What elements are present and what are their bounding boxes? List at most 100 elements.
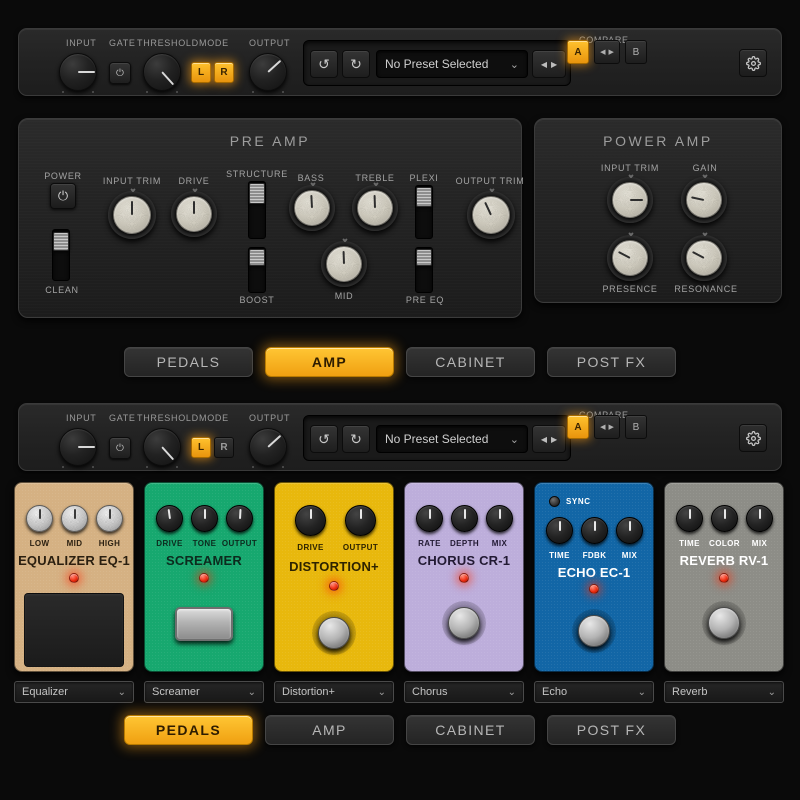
mode-r-button[interactable]: R xyxy=(214,62,234,83)
gate-label: GATE xyxy=(109,38,136,48)
pedal-knob-mix[interactable] xyxy=(616,517,643,544)
output-knob[interactable] xyxy=(249,428,287,468)
tab-pedals[interactable]: PEDALS xyxy=(124,715,253,745)
pedal-footswitch[interactable] xyxy=(312,611,356,655)
input-knob[interactable] xyxy=(59,53,97,93)
pedal-selector-echo[interactable]: Echo ⌄ xyxy=(534,681,654,703)
pedal-footswitch[interactable] xyxy=(442,601,486,645)
output-knob[interactable] xyxy=(249,53,287,93)
bass-knob[interactable] xyxy=(289,182,335,231)
pedal-knob-time[interactable] xyxy=(546,517,573,544)
mode-r-button[interactable]: R xyxy=(214,437,234,458)
redo-icon[interactable]: ↻ xyxy=(342,50,370,78)
pedal-screamer[interactable]: DRIVE TONE OUTPUT SCREAMER xyxy=(144,482,264,672)
pedal-footswitch[interactable] xyxy=(24,593,124,667)
plexi-slider[interactable] xyxy=(415,185,433,239)
pedal-selector-equalizer[interactable]: Equalizer ⌄ xyxy=(14,681,134,703)
pedal-footswitch[interactable] xyxy=(175,607,233,641)
pedal-footswitch[interactable] xyxy=(702,601,746,645)
mode-l-button[interactable]: L xyxy=(191,437,211,458)
output-trim-knob[interactable] xyxy=(467,188,515,239)
pre-amp-power-button[interactable]: ⏻ xyxy=(50,183,76,209)
tab-amp[interactable]: AMP xyxy=(265,715,394,745)
pedal-echo[interactable]: SYNC TIME FDBK MIX ECHO EC-1 xyxy=(534,482,654,672)
input-label: INPUT xyxy=(66,38,97,48)
tab-label: POST FX xyxy=(576,722,647,738)
pedal-knob-mix[interactable] xyxy=(746,505,773,532)
redo-icon[interactable]: ↻ xyxy=(342,425,370,453)
mode-l-button[interactable]: L xyxy=(191,62,211,83)
compare-a-button[interactable]: A xyxy=(567,415,589,439)
tab-cabinet[interactable]: CABINET xyxy=(406,347,535,377)
tab-pedals[interactable]: PEDALS xyxy=(124,347,253,377)
pedal-chorus[interactable]: RATE DEPTH MIX CHORUS CR-1 xyxy=(404,482,524,672)
pedal-knob-high[interactable] xyxy=(96,505,123,532)
pedal-selector-distortion[interactable]: Distortion+ ⌄ xyxy=(274,681,394,703)
undo-icon[interactable]: ↺ xyxy=(310,50,338,78)
pedal-knob-output[interactable] xyxy=(226,505,253,532)
drive-knob[interactable] xyxy=(171,188,217,237)
mid-knob[interactable] xyxy=(321,238,367,287)
settings-button[interactable] xyxy=(739,49,767,77)
undo-icon[interactable]: ↺ xyxy=(310,425,338,453)
preset-select[interactable]: No Preset Selected ⌄ xyxy=(376,50,528,78)
threshold-knob[interactable] xyxy=(143,53,181,93)
gate-power-button[interactable]: ⏻ xyxy=(109,62,131,84)
sync-toggle[interactable] xyxy=(549,496,560,507)
pedal-footswitch[interactable] xyxy=(572,609,616,653)
pedal-selector-reverb[interactable]: Reverb ⌄ xyxy=(664,681,784,703)
footswitch-cap xyxy=(318,617,350,649)
threshold-knob[interactable] xyxy=(143,428,181,468)
pedal-knob-low[interactable] xyxy=(26,505,53,532)
pedal-knob-rate[interactable] xyxy=(416,505,443,532)
pedal-selector-screamer[interactable]: Screamer ⌄ xyxy=(144,681,264,703)
compare-b-button[interactable]: B xyxy=(625,415,647,439)
preset-stepper[interactable]: ◀ ▶ xyxy=(532,425,566,453)
pedal-distortion[interactable]: DRIVE OUTPUT DISTORTION+ xyxy=(274,482,394,672)
input-trim-label: INPUT TRIM xyxy=(102,176,162,186)
pedal-knob-drive[interactable] xyxy=(156,505,183,532)
boost-slider[interactable] xyxy=(248,247,266,293)
pedal-equalizer[interactable]: LOW MID HIGH EQUALIZER EQ-1 xyxy=(14,482,134,672)
next-icon: ▶ xyxy=(608,424,614,431)
prev-icon: ◀ xyxy=(540,434,547,444)
pedal-knob-tone[interactable] xyxy=(191,505,218,532)
power-icon: ⏻ xyxy=(116,67,124,79)
compare-b-button[interactable]: B xyxy=(625,40,647,64)
tab-amp[interactable]: AMP xyxy=(265,347,394,377)
prev-icon: ◀ xyxy=(600,424,606,431)
pedal-knob-fdbk[interactable] xyxy=(581,517,608,544)
structure-slider[interactable] xyxy=(248,181,266,239)
power-input-trim-knob[interactable] xyxy=(607,174,653,223)
pedal-reverb[interactable]: TIME COLOR MIX REVERB RV-1 xyxy=(664,482,784,672)
clean-slider[interactable] xyxy=(52,229,70,281)
tab-post-fx[interactable]: POST FX xyxy=(547,715,676,745)
pedal-knob-time[interactable] xyxy=(676,505,703,532)
pedal-selector-chorus[interactable]: Chorus ⌄ xyxy=(404,681,524,703)
pedal-knob-color[interactable] xyxy=(711,505,738,532)
pedal-led-indicator xyxy=(589,584,599,594)
input-knob[interactable] xyxy=(59,428,97,468)
settings-button[interactable] xyxy=(739,424,767,452)
gain-knob[interactable] xyxy=(681,174,727,223)
input-trim-knob[interactable] xyxy=(108,188,156,239)
compare-stepper[interactable]: ◀ ▶ xyxy=(594,40,620,64)
pedal-knob-drive[interactable] xyxy=(295,505,326,536)
resonance-knob[interactable] xyxy=(681,232,727,281)
power-amp-panel: POWER AMP INPUT TRIM GAIN PRESENCE RESON… xyxy=(534,118,782,303)
tab-post-fx[interactable]: POST FX xyxy=(547,347,676,377)
compare-stepper[interactable]: ◀ ▶ xyxy=(594,415,620,439)
presence-knob[interactable] xyxy=(607,232,653,281)
pedal-knob-output[interactable] xyxy=(345,505,376,536)
treble-knob[interactable] xyxy=(352,182,398,231)
boost-label: BOOST xyxy=(239,295,275,305)
preset-stepper[interactable]: ◀ ▶ xyxy=(532,50,566,78)
tab-cabinet[interactable]: CABINET xyxy=(406,715,535,745)
pedal-knob-depth[interactable] xyxy=(451,505,478,532)
pedal-knob-mix[interactable] xyxy=(486,505,513,532)
preset-select[interactable]: No Preset Selected ⌄ xyxy=(376,425,528,453)
pedal-knob-mid[interactable] xyxy=(61,505,88,532)
gate-power-button[interactable]: ⏻ xyxy=(109,437,131,459)
compare-a-button[interactable]: A xyxy=(567,40,589,64)
pre-eq-slider[interactable] xyxy=(415,247,433,293)
